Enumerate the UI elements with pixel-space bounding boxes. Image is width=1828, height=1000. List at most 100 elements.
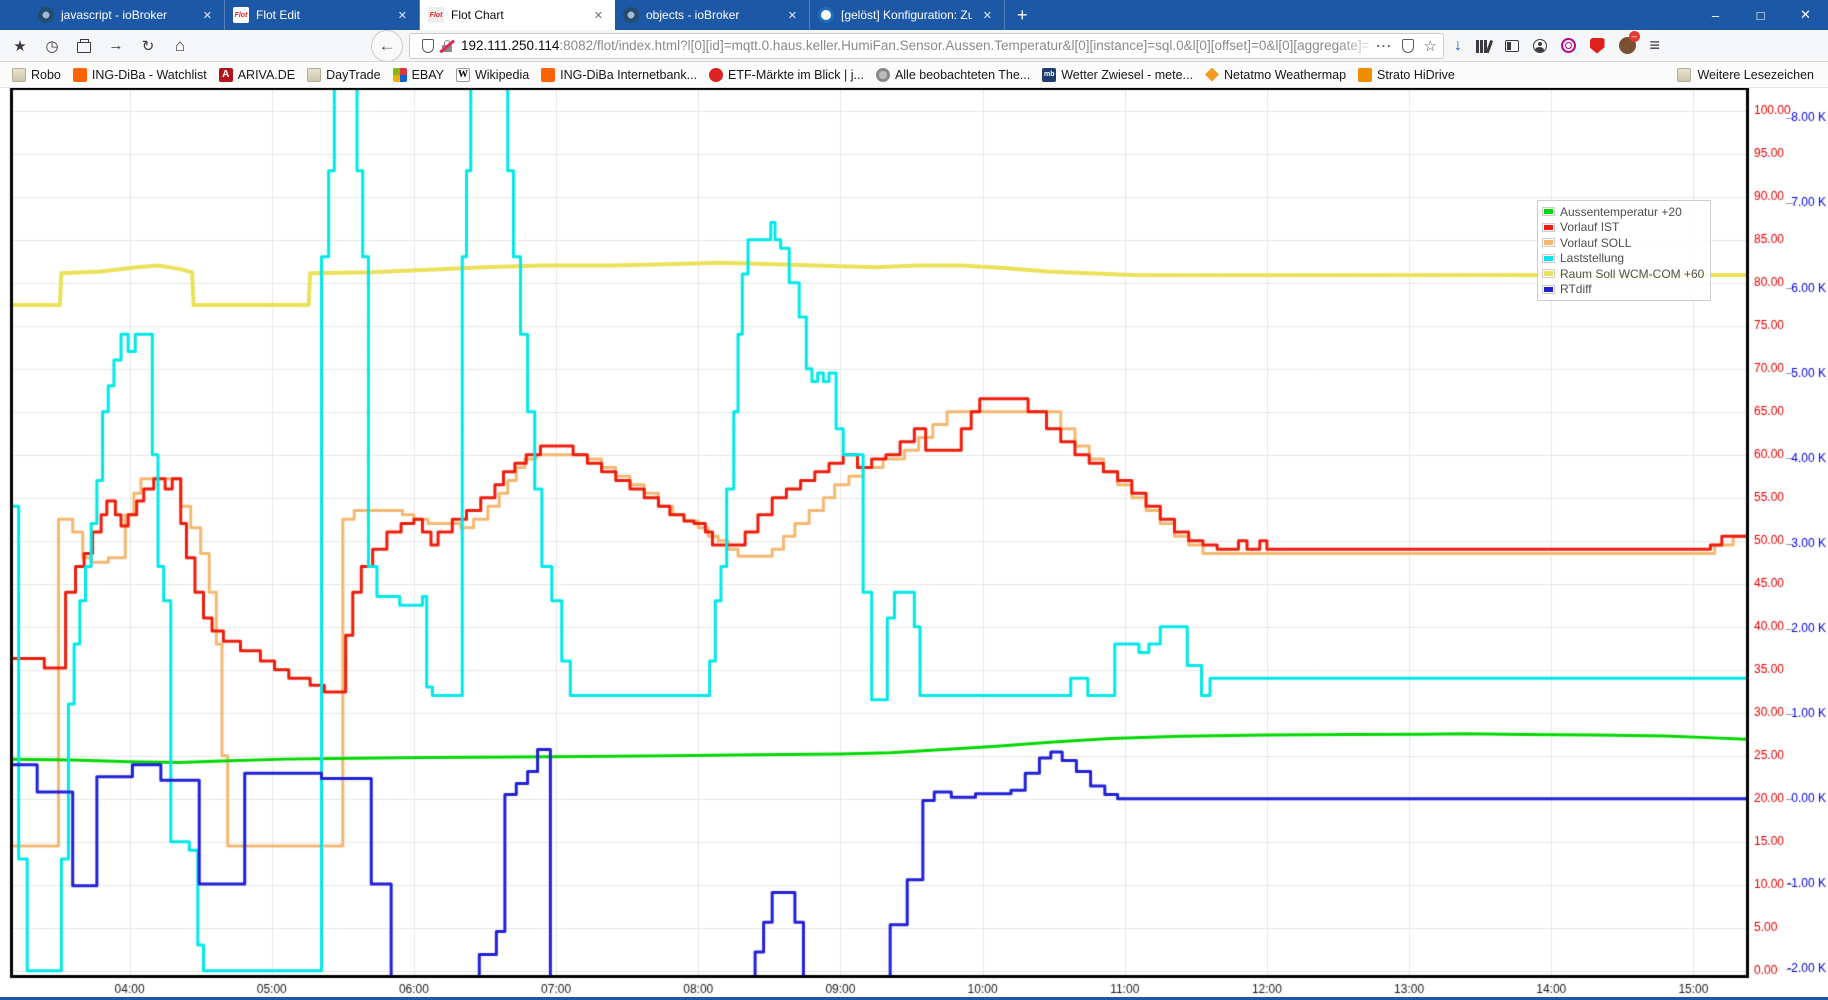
bookmark-item[interactable]: Robo [6, 65, 67, 85]
bookmark-item[interactable]: Netatmo Weathermap [1199, 65, 1352, 85]
legend-row: Vorlauf SOLL [1542, 235, 1704, 251]
legend-label: RTdiff [1560, 282, 1592, 297]
back-icon[interactable]: ← [371, 29, 403, 62]
legend-swatch-icon [1542, 222, 1555, 232]
new-tab-button[interactable]: + [1005, 0, 1040, 30]
tab-label: javascript - ioBroker [61, 8, 168, 22]
bookmark-favicon-icon [392, 67, 407, 82]
bookmark-label: ING-DiBa Internetbank... [560, 67, 698, 82]
url-bar[interactable]: 192.111.250.114:8082/flot/index.html?l[0… [409, 32, 1444, 59]
bookmark-import-icon[interactable]: ★ [6, 33, 34, 59]
bookmark-label: ETF-Märkte im Blick | j... [728, 67, 864, 82]
pocket-icon[interactable] [1401, 38, 1414, 53]
reload-icon[interactable]: ↻ [134, 33, 162, 59]
tampermonkey-icon[interactable] [1618, 31, 1640, 54]
bookmark-favicon-icon [12, 67, 26, 82]
tab-favicon-icon [623, 7, 639, 23]
bookmark-item[interactable]: A ARIVA.DE [213, 65, 301, 85]
tab-close-icon[interactable]: ✕ [784, 7, 801, 24]
legend-row: Aussentemperatur +20 [1542, 204, 1704, 220]
tab-label: Flot Chart [451, 8, 504, 22]
browser-tab[interactable]: objects - ioBroker ✕ [615, 0, 810, 30]
legend-row: Raum Soll WCM-COM +60 [1542, 266, 1704, 282]
legend-label: Vorlauf IST [1560, 220, 1620, 235]
bookmark-item[interactable]: mb Wetter Zwiesel - mete... [1036, 65, 1199, 85]
bookmark-item[interactable]: DayTrade [301, 65, 386, 85]
menu-icon[interactable]: ≡ [1650, 35, 1661, 56]
chart-legend: Aussentemperatur +20 Vorlauf IST Vorlauf… [1537, 200, 1712, 301]
bookmark-item[interactable]: EBAY [387, 65, 450, 85]
bookmark-item[interactable]: ING-DiBa Internetbank... [535, 65, 703, 85]
forward-icon[interactable]: → [102, 33, 130, 59]
print-icon[interactable] [70, 33, 98, 59]
bookmark-item[interactable]: W Wikipedia [450, 65, 535, 85]
bookmark-label: DayTrade [326, 67, 381, 82]
bookmark-item[interactable]: Strato HiDrive [1352, 65, 1461, 85]
window-controls: – □ ✕ [1693, 0, 1828, 30]
browser-tab[interactable]: Flot Flot Chart ✕ [420, 0, 615, 30]
bookmark-favicon-icon [875, 67, 890, 82]
tab-close-icon[interactable]: ✕ [394, 7, 411, 24]
tracking-protection-shield-icon[interactable] [422, 38, 434, 53]
maximize-button[interactable]: □ [1738, 0, 1783, 30]
legend-row: RTdiff [1542, 282, 1704, 298]
adblock-shield-icon[interactable] [1589, 37, 1605, 54]
bookmark-favicon-icon: W [455, 67, 470, 82]
bookmark-label: ING-DiBa - Watchlist [91, 67, 207, 82]
bookmark-label: Robo [31, 67, 61, 82]
bookmark-label: ARIVA.DE [237, 67, 296, 82]
legend-swatch-icon [1542, 269, 1555, 279]
tab-close-icon[interactable]: ✕ [590, 7, 607, 24]
url-text[interactable]: 192.111.250.114:8082/flot/index.html?l[0… [461, 38, 1370, 53]
tab-label: objects - ioBroker [646, 8, 740, 22]
more-bookmarks-label: Weitere Lesezeichen [1697, 67, 1814, 82]
bookmark-item[interactable]: Alle beobachteten The... [870, 65, 1036, 85]
extension-circles-icon[interactable] [1560, 38, 1576, 53]
legend-label: Vorlauf SOLL [1560, 235, 1632, 250]
legend-row: Laststellung [1542, 251, 1704, 267]
minimize-button[interactable]: – [1693, 0, 1738, 30]
bookmark-favicon-icon: A [218, 67, 233, 82]
legend-swatch-icon [1542, 238, 1555, 248]
bookmark-favicon-icon [709, 67, 724, 82]
bookmark-label: Wetter Zwiesel - mete... [1061, 67, 1193, 82]
insecure-lock-icon [439, 39, 455, 53]
sidebar-toggle-icon[interactable] [1504, 39, 1519, 52]
legend-label: Raum Soll WCM-COM +60 [1560, 266, 1705, 281]
bookmark-label: Wikipedia [474, 67, 530, 82]
legend-swatch-icon [1542, 284, 1555, 294]
navigation-toolbar: ★ ◷ → ↻ ⌂ ← 192.111.250.114:8082/flot/in… [0, 29, 1828, 62]
tab-close-icon[interactable]: ✕ [199, 7, 216, 24]
tab-close-icon[interactable]: ✕ [979, 7, 996, 24]
bookmark-item[interactable]: ING-DiBa - Watchlist [67, 65, 213, 85]
bookmark-label: Strato HiDrive [1377, 67, 1455, 82]
more-bookmarks-button[interactable]: Weitere Lesezeichen [1669, 65, 1822, 85]
window-titlebar: javascript - ioBroker ✕ Flot Flot Edit ✕… [0, 0, 1828, 30]
download-icon[interactable]: ↓ [1454, 37, 1462, 55]
tab-label: [gelöst] Konfiguration: Zusätzli [841, 8, 972, 22]
bookmark-item[interactable]: ETF-Märkte im Blick | j... [703, 65, 870, 85]
bookmark-star-icon[interactable]: ☆ [1424, 37, 1437, 55]
library-icon[interactable] [1476, 39, 1493, 53]
home-icon[interactable]: ⌂ [166, 33, 194, 59]
legend-swatch-icon [1542, 253, 1555, 263]
tab-favicon-icon: Flot [428, 7, 444, 23]
bookmark-favicon-icon [1358, 67, 1373, 82]
legend-label: Laststellung [1560, 251, 1625, 266]
legend-swatch-icon [1542, 207, 1555, 217]
browser-tab[interactable]: [gelöst] Konfiguration: Zusätzli ✕ [810, 0, 1005, 30]
bookmark-label: EBAY [411, 67, 444, 82]
page-actions-icon[interactable]: ⋯ [1376, 36, 1392, 56]
bookmark-favicon-icon [307, 67, 322, 82]
browser-tab[interactable]: Flot Flot Edit ✕ [225, 0, 420, 30]
bookmark-favicon-icon [72, 67, 87, 82]
bookmark-favicon-icon [1204, 67, 1219, 82]
browser-tab[interactable]: javascript - ioBroker ✕ [30, 0, 225, 30]
tab-favicon-icon [38, 7, 54, 23]
close-button[interactable]: ✕ [1783, 0, 1828, 30]
account-icon[interactable] [1532, 38, 1547, 53]
bookmark-favicon-icon: mb [1042, 67, 1057, 82]
tab-favicon-icon: Flot [233, 7, 249, 23]
history-icon[interactable]: ◷ [38, 33, 66, 59]
tab-label: Flot Edit [256, 8, 301, 22]
